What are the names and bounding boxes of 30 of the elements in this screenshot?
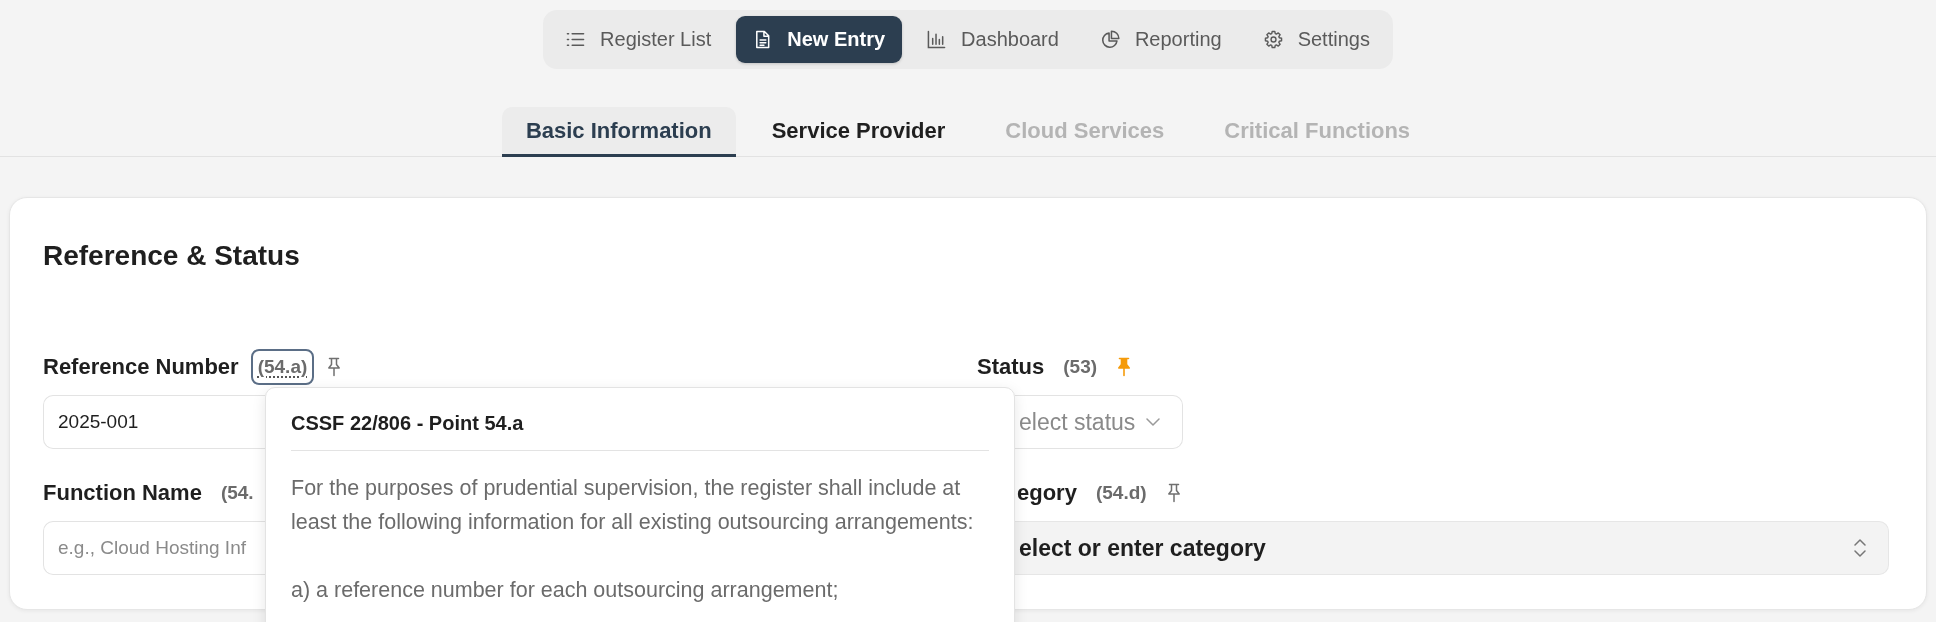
- pie-chart-icon: [1100, 30, 1120, 49]
- section-title: Reference & Status: [43, 239, 300, 273]
- list-icon: [566, 30, 586, 49]
- reference-code[interactable]: (54.d): [1088, 475, 1154, 511]
- nav-tab[interactable]: Settings: [1246, 16, 1387, 63]
- reference-code[interactable]: (53): [1056, 349, 1105, 385]
- field-label: Status: [977, 354, 1045, 380]
- section-tab[interactable]: Basic Information: [501, 107, 736, 157]
- chevron-up-down-icon: [1854, 539, 1866, 557]
- nav-tab[interactable]: New Entry: [736, 16, 903, 63]
- reference-code[interactable]: (54.a): [250, 349, 315, 385]
- settings-icon: [1263, 30, 1283, 49]
- tooltip-title: CSSF 22/806 - Point 54.a: [291, 411, 524, 436]
- category-combobox[interactable]: elect or enter category: [1015, 521, 1889, 575]
- section-tab[interactable]: Service Provider: [747, 107, 970, 157]
- nav-tab[interactable]: Dashboard: [910, 16, 1076, 63]
- text-input[interactable]: 2025-001: [43, 395, 265, 449]
- bar-chart-icon: [927, 30, 947, 49]
- nav-tab[interactable]: Register List: [549, 16, 729, 63]
- text-input[interactable]: e.g., Cloud Hosting Inf: [43, 521, 265, 575]
- tooltip-text: a) a reference number for each outsourcing arrangement;: [291, 577, 840, 604]
- pin-icon[interactable]: [326, 357, 343, 377]
- tooltip-text: For the purposes of prudential supervision, the register shall include at least the following information for all existing outsourcing arrangements:: [291, 475, 975, 536]
- pin-icon[interactable]: [1165, 483, 1182, 503]
- field-label: Function Name: [43, 480, 202, 506]
- reference-code[interactable]: (54.: [213, 475, 261, 511]
- field-label: egory: [1017, 480, 1077, 506]
- chevron-down-icon: [1146, 418, 1160, 426]
- field-label: Reference Number: [43, 354, 239, 380]
- nav-tab[interactable]: Reporting: [1083, 16, 1239, 63]
